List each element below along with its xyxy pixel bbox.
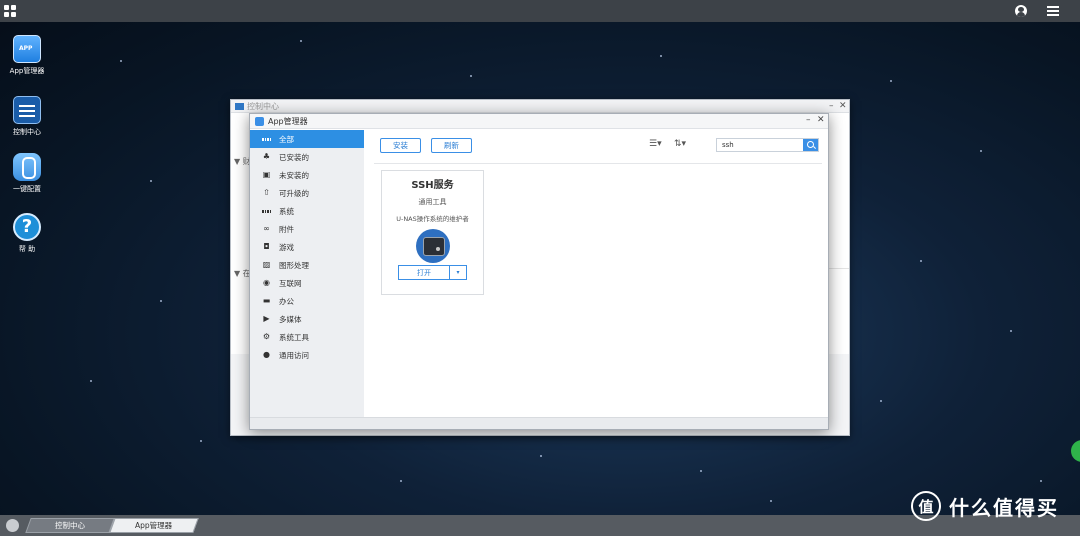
control-center-icon xyxy=(13,96,41,124)
floating-assistant-icon[interactable] xyxy=(1071,440,1080,462)
window-title: 控制中心 xyxy=(247,101,279,111)
sidebar-item-office[interactable]: ▬ 办公 xyxy=(250,292,364,310)
app-list-panel: 安装 刷新 ☰▾ ⇅▾ SSH服务 通用工具 U-NAS操作系统的维护者 打开 … xyxy=(364,130,828,418)
gear-icon: ⚙ xyxy=(262,332,271,341)
category-sidebar: 全部 ♣ 已安装的 ▣ 未安装的 ⇧ 可升级的 系统 ∞ 附件 ◘ 游戏 ▨ 图… xyxy=(250,130,364,418)
sidebar-item-label: 未安装的 xyxy=(279,170,309,180)
one-key-config-icon xyxy=(13,153,41,181)
app-name: SSH服务 xyxy=(411,180,454,191)
globe-icon: ◉ xyxy=(263,278,270,287)
sidebar-item-games[interactable]: ◘ 游戏 xyxy=(250,238,364,256)
chevron-down-icon[interactable]: ▾ xyxy=(450,266,466,279)
toolbar-divider xyxy=(374,163,822,164)
sidebar-item-label: 多媒体 xyxy=(279,314,302,324)
app-manager-icon xyxy=(13,35,41,63)
task-app-manager[interactable]: App管理器 xyxy=(109,518,199,533)
install-button[interactable]: 安装 xyxy=(380,138,421,153)
desktop-icon-help[interactable]: ? 帮 助 xyxy=(3,213,51,254)
sidebar-item-universal-access[interactable]: ● 通用访问 xyxy=(250,346,364,364)
not-installed-icon: ▣ xyxy=(262,170,271,179)
close-button[interactable]: ✕ xyxy=(817,115,825,125)
menu-icon[interactable] xyxy=(1047,6,1059,16)
user-icon: ● xyxy=(263,350,270,359)
app-launcher-icon[interactable] xyxy=(4,5,16,17)
upgrade-icon: ⇧ xyxy=(263,188,270,197)
installed-icon: ♣ xyxy=(262,152,271,161)
sidebar-item-label: 通用访问 xyxy=(279,350,309,360)
task-label: App管理器 xyxy=(135,521,173,530)
desktop-icon-label: App管理器 xyxy=(9,67,45,75)
sidebar-item-internet[interactable]: ◉ 互联网 xyxy=(250,274,364,292)
top-bar xyxy=(0,0,1080,22)
app-card-ssh[interactable]: SSH服务 通用工具 U-NAS操作系统的维护者 打开 ▾ xyxy=(381,170,484,295)
sidebar-item-label: 附件 xyxy=(279,224,294,234)
briefcase-icon: ▬ xyxy=(262,296,271,305)
app-category: 通用工具 xyxy=(418,198,447,206)
search-box xyxy=(716,138,819,152)
task-label: 控制中心 xyxy=(55,521,85,530)
user-icon[interactable] xyxy=(1015,5,1027,17)
watermark-badge: 值 xyxy=(911,491,941,521)
minimize-button[interactable]: – xyxy=(829,101,834,111)
app-manager-titlebar[interactable]: App管理器 xyxy=(250,114,828,129)
window-title: App管理器 xyxy=(268,116,308,126)
sidebar-item-not-installed[interactable]: ▣ 未安装的 xyxy=(250,166,364,184)
gamepad-icon: ◘ xyxy=(263,242,270,251)
terminal-icon xyxy=(415,229,450,263)
desktop-icon-label: 控制中心 xyxy=(13,128,41,136)
sidebar-item-graphics[interactable]: ▨ 图形处理 xyxy=(250,256,364,274)
refresh-button[interactable]: 刷新 xyxy=(431,138,472,153)
sidebar-item-upgradable[interactable]: ⇧ 可升级的 xyxy=(250,184,364,202)
divider xyxy=(829,268,849,269)
sidebar-item-system-tools[interactable]: ⚙ 系统工具 xyxy=(250,328,364,346)
sidebar-item-label: 游戏 xyxy=(279,242,294,252)
grid-icon xyxy=(262,135,271,144)
control-center-titlebar[interactable]: 控制中心 xyxy=(231,100,849,113)
sidebar-item-label: 互联网 xyxy=(279,278,302,288)
status-bar xyxy=(250,417,828,429)
sidebar-item-label: 系统 xyxy=(279,206,294,216)
sidebar-item-all[interactable]: 全部 xyxy=(250,130,364,148)
search-icon[interactable] xyxy=(803,139,818,151)
sidebar-item-label: 办公 xyxy=(279,296,294,306)
sidebar-item-multimedia[interactable]: ▶ 多媒体 xyxy=(250,310,364,328)
watermark: 值 什么值得买 xyxy=(911,491,1059,521)
sidebar-item-system[interactable]: 系统 xyxy=(250,202,364,220)
task-control-center[interactable]: 控制中心 xyxy=(25,518,115,533)
open-button[interactable]: 打开 xyxy=(399,266,450,279)
desktop-icon-control-center[interactable]: 控制中心 xyxy=(3,96,51,137)
sidebar-item-label: 可升级的 xyxy=(279,188,309,198)
search-input[interactable] xyxy=(717,139,803,151)
sort-icon[interactable]: ⇅▾ xyxy=(674,139,686,149)
play-icon: ▶ xyxy=(263,314,270,323)
watermark-text: 什么值得买 xyxy=(949,495,1059,520)
control-center-icon xyxy=(235,102,244,110)
image-icon: ▨ xyxy=(262,260,271,269)
sidebar-item-label: 全部 xyxy=(279,134,294,144)
minimize-button[interactable]: – xyxy=(806,115,811,125)
app-manager-icon xyxy=(255,116,264,126)
help-icon: ? xyxy=(13,213,41,241)
desktop-icon-app-manager[interactable]: App管理器 xyxy=(3,35,51,76)
sidebar-item-accessories[interactable]: ∞ 附件 xyxy=(250,220,364,238)
list-view-icon[interactable]: ☰▾ xyxy=(649,139,662,149)
sidebar-item-label: 系统工具 xyxy=(279,332,309,342)
desktop-icon-label: 帮 助 xyxy=(18,245,36,253)
windows-icon xyxy=(262,207,271,216)
start-logo-icon[interactable] xyxy=(6,519,19,532)
sidebar-item-installed[interactable]: ♣ 已安装的 xyxy=(250,148,364,166)
sidebar-item-label: 图形处理 xyxy=(279,260,309,270)
link-icon: ∞ xyxy=(263,224,270,233)
desktop-icon-label: 一键配置 xyxy=(13,185,41,193)
desktop-icon-one-key-config[interactable]: 一键配置 xyxy=(3,153,51,194)
sidebar-item-label: 已安装的 xyxy=(279,152,309,162)
app-manager-window[interactable]: App管理器 – ✕ 全部 ♣ 已安装的 ▣ 未安装的 ⇧ 可升级的 系统 ∞ … xyxy=(249,113,829,430)
app-description: U-NAS操作系统的维护者 xyxy=(396,215,469,223)
close-button[interactable]: ✕ xyxy=(839,101,847,111)
open-button-group: 打开 ▾ xyxy=(398,265,467,280)
